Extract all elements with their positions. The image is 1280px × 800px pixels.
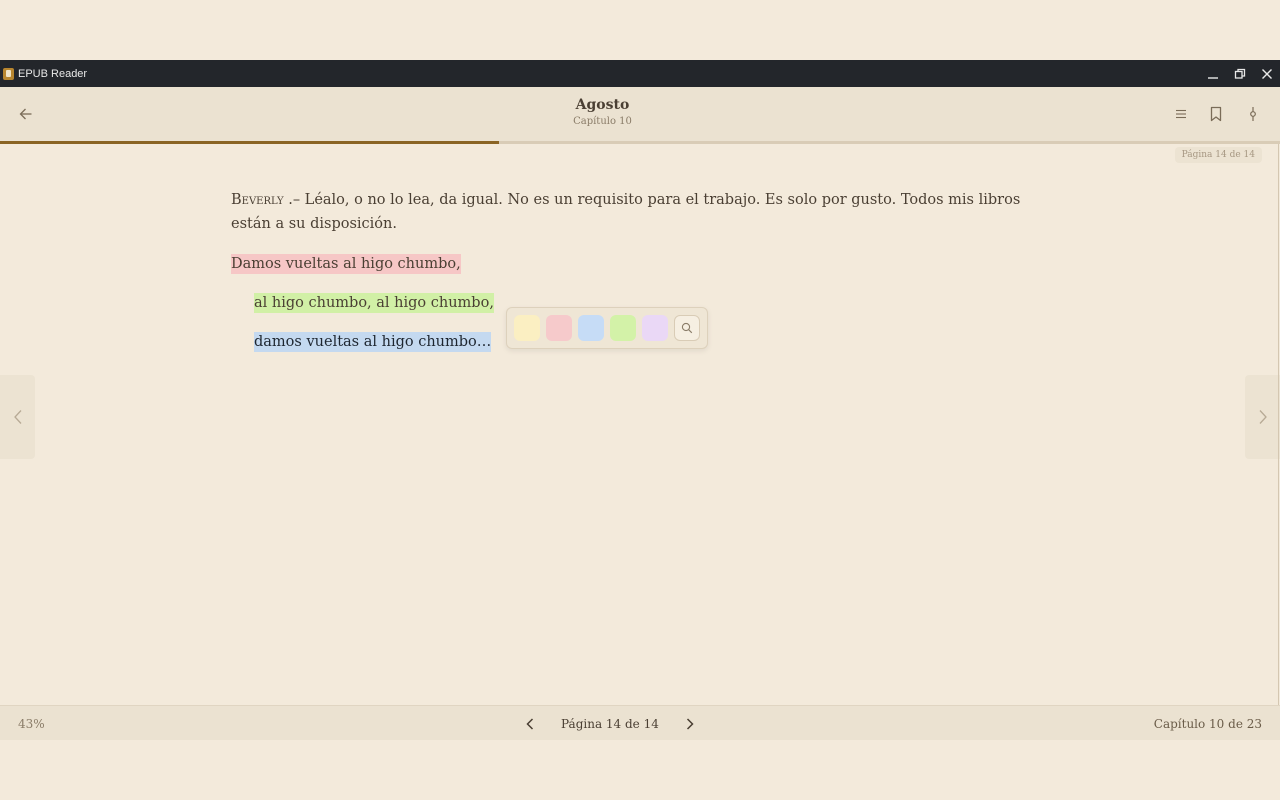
reading-progress-fill bbox=[0, 141, 500, 144]
toc-list-icon bbox=[1176, 109, 1186, 119]
dialogue-paragraph: Beverly .– Léalo, o no lo lea, da igual.… bbox=[231, 188, 1051, 236]
window-title: EPUB Reader bbox=[18, 67, 88, 80]
page-navigation: Página 14 de 14 bbox=[520, 712, 700, 736]
toc-button[interactable] bbox=[1169, 102, 1193, 126]
close-icon bbox=[1261, 68, 1272, 79]
highlight-color-purple[interactable] bbox=[642, 315, 668, 341]
lookup-button[interactable] bbox=[674, 315, 700, 341]
reader-header: Agosto Capítulo 10 bbox=[0, 87, 1280, 141]
page-edge-divider bbox=[1278, 144, 1279, 705]
progress-percent: 43% bbox=[18, 717, 45, 731]
footer-prev-page-button[interactable] bbox=[520, 712, 540, 736]
highlight-color-green[interactable] bbox=[610, 315, 636, 341]
previous-page-button[interactable] bbox=[0, 375, 35, 459]
bookmark-button[interactable] bbox=[1204, 102, 1228, 126]
highlight-color-yellow[interactable] bbox=[514, 315, 540, 341]
footer-next-page-button[interactable] bbox=[680, 712, 700, 736]
highlighted-text[interactable]: Damos vueltas al higo chumbo, bbox=[231, 254, 461, 274]
close-button[interactable] bbox=[1253, 60, 1280, 87]
speaker-name: Beverly bbox=[231, 192, 284, 208]
verse-line: Damos vueltas al higo chumbo, bbox=[231, 252, 1051, 276]
chevron-left-icon bbox=[13, 410, 21, 424]
chevron-left-icon bbox=[526, 718, 534, 730]
highlight-color-blue[interactable] bbox=[578, 315, 604, 341]
search-icon bbox=[681, 322, 693, 334]
page-indicator-badge: Página 14 de 14 bbox=[1174, 147, 1262, 163]
reader-footer: 43% Página 14 de 14 Capítulo 10 de 23 bbox=[0, 705, 1280, 740]
highlight-color-pink[interactable] bbox=[546, 315, 572, 341]
reading-progress-bar bbox=[0, 141, 1280, 144]
chapter-subtitle: Capítulo 10 bbox=[573, 116, 632, 127]
chapter-label: Capítulo 10 de 23 bbox=[1153, 717, 1262, 731]
text-settings-button[interactable] bbox=[1241, 102, 1265, 126]
next-page-button[interactable] bbox=[1245, 375, 1280, 459]
selected-highlighted-text[interactable]: damos vueltas al higo chumbo… bbox=[254, 332, 492, 352]
minimize-button[interactable] bbox=[1199, 60, 1226, 87]
book-title: Agosto bbox=[575, 97, 630, 113]
restore-button[interactable] bbox=[1226, 60, 1253, 87]
highlighted-text[interactable]: al higo chumbo, al higo chumbo, bbox=[254, 293, 494, 313]
chevron-right-icon bbox=[1259, 410, 1267, 424]
app-book-icon bbox=[3, 67, 14, 80]
dialogue-text: .– Léalo, o no lo lea, da igual. No es u… bbox=[231, 192, 1021, 232]
chevron-right-icon bbox=[686, 718, 694, 730]
page-label: Página 14 de 14 bbox=[561, 717, 659, 731]
restore-icon bbox=[1234, 68, 1245, 79]
bookmark-icon bbox=[1210, 106, 1222, 122]
window-controls bbox=[1199, 60, 1280, 87]
highlight-toolbar bbox=[506, 307, 708, 349]
window-titlebar: EPUB Reader bbox=[0, 60, 1280, 87]
minimize-icon bbox=[1207, 76, 1218, 79]
text-settings-icon bbox=[1250, 107, 1256, 121]
